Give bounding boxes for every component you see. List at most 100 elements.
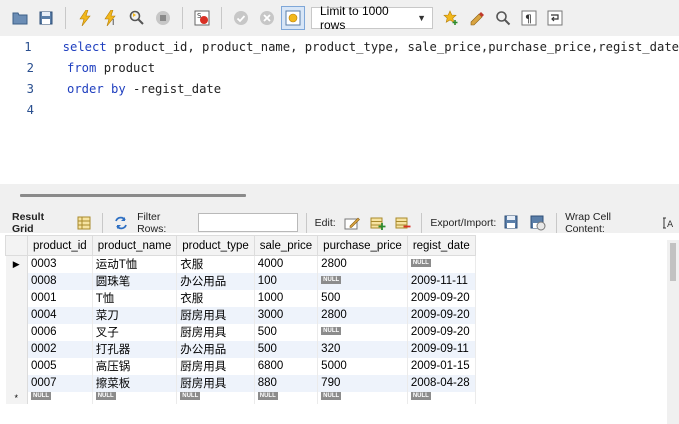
table-cell[interactable]: 2008-04-28 xyxy=(407,374,476,392)
table-cell[interactable]: 办公用品 xyxy=(176,340,255,358)
table-cell[interactable]: NULL xyxy=(254,391,319,404)
edit-row-icon[interactable] xyxy=(342,213,362,233)
table-row[interactable]: ▶ 0003 运动T恤 衣服 4000 2800 NULL xyxy=(5,255,476,273)
row-selector[interactable]: * xyxy=(5,391,28,404)
row-selector[interactable] xyxy=(5,272,28,290)
open-folder-icon[interactable] xyxy=(8,6,32,30)
table-row[interactable]: 0007 擦菜板 厨房用具 880 790 2008-04-28 xyxy=(5,374,476,392)
explain-icon[interactable] xyxy=(125,6,149,30)
table-cell[interactable]: 擦菜板 xyxy=(92,374,178,392)
insert-row-icon[interactable] xyxy=(368,213,388,233)
table-cell[interactable]: 0008 xyxy=(27,272,93,290)
wrap-cell-icon[interactable]: A xyxy=(659,213,679,233)
table-cell[interactable]: 320 xyxy=(317,340,408,358)
refresh-icon[interactable] xyxy=(111,213,131,233)
table-cell[interactable]: 打孔器 xyxy=(92,340,178,358)
table-cell[interactable]: 厨房用具 xyxy=(176,323,255,341)
table-cell[interactable]: NULL xyxy=(317,391,408,404)
beautify-icon[interactable] xyxy=(465,6,489,30)
table-cell[interactable]: 衣服 xyxy=(176,289,255,307)
table-cell[interactable]: 叉子 xyxy=(92,323,178,341)
row-selector[interactable] xyxy=(5,357,28,375)
table-cell[interactable]: 4000 xyxy=(254,255,319,273)
save-icon[interactable] xyxy=(34,6,58,30)
result-grid-tab[interactable]: Result Grid xyxy=(12,211,68,235)
table-cell[interactable]: 2009-01-15 xyxy=(407,357,476,375)
table-cell[interactable]: 5000 xyxy=(317,357,408,375)
table-cell[interactable]: 3000 xyxy=(254,306,319,324)
add-snippet-icon[interactable] xyxy=(439,6,463,30)
grid-view-icon[interactable] xyxy=(74,213,94,233)
column-header[interactable]: regist_date xyxy=(406,235,476,256)
table-cell[interactable]: T恤 xyxy=(92,289,178,307)
table-cell[interactable]: 2800 xyxy=(317,255,408,273)
table-cell[interactable]: 衣服 xyxy=(176,255,255,273)
table-cell[interactable]: 厨房用具 xyxy=(176,357,255,375)
invisible-chars-icon[interactable]: ¶ xyxy=(517,6,541,30)
table-cell[interactable]: 0004 xyxy=(27,306,93,324)
table-cell[interactable]: 菜刀 xyxy=(92,306,178,324)
row-selector[interactable] xyxy=(5,340,28,358)
row-selector[interactable]: ▶ xyxy=(5,255,28,273)
table-cell[interactable]: 500 xyxy=(254,340,319,358)
rollback-icon[interactable] xyxy=(255,6,279,30)
table-cell[interactable]: 厨房用具 xyxy=(176,374,255,392)
table-row[interactable]: 0006 叉子 厨房用具 500 NULL 2009-09-20 xyxy=(5,323,476,341)
table-cell[interactable]: 2009-09-20 xyxy=(407,323,476,341)
table-cell[interactable]: NULL xyxy=(176,391,255,404)
import-icon[interactable] xyxy=(528,213,548,233)
table-cell[interactable]: 高压锅 xyxy=(92,357,178,375)
table-cell[interactable]: 2009-11-11 xyxy=(407,272,476,290)
row-selector[interactable] xyxy=(5,306,28,324)
autocommit-toggle-icon[interactable] xyxy=(281,6,305,30)
table-cell[interactable]: 1000 xyxy=(254,289,319,307)
scrollbar-thumb[interactable] xyxy=(20,194,246,197)
filter-rows-input[interactable] xyxy=(198,213,298,232)
table-cell[interactable]: 0001 xyxy=(27,289,93,307)
row-selector[interactable] xyxy=(5,289,28,307)
commit-icon[interactable] xyxy=(229,6,253,30)
table-cell[interactable]: 880 xyxy=(254,374,319,392)
table-cell[interactable]: 0007 xyxy=(27,374,93,392)
editor-horizontal-scrollbar[interactable] xyxy=(0,184,679,206)
table-row[interactable]: 0001 T恤 衣服 1000 500 2009-09-20 xyxy=(5,289,476,307)
table-cell[interactable]: 500 xyxy=(317,289,408,307)
table-row[interactable]: 0002 打孔器 办公用品 500 320 2009-09-11 xyxy=(5,340,476,358)
table-cell[interactable]: NULL xyxy=(27,391,93,404)
execute-icon[interactable] xyxy=(73,6,97,30)
column-header[interactable]: product_type xyxy=(176,235,255,256)
table-cell[interactable]: NULL xyxy=(317,323,408,341)
table-row[interactable]: 0008 圆珠笔 办公用品 100 NULL 2009-11-11 xyxy=(5,272,476,290)
column-header[interactable]: product_id xyxy=(27,235,93,256)
table-cell[interactable]: NULL xyxy=(317,272,408,290)
table-row[interactable]: 0005 高压锅 厨房用具 6800 5000 2009-01-15 xyxy=(5,357,476,375)
table-row[interactable]: 0004 菜刀 厨房用具 3000 2800 2009-09-20 xyxy=(5,306,476,324)
table-cell[interactable]: 0003 xyxy=(27,255,93,273)
find-icon[interactable] xyxy=(491,6,515,30)
table-cell[interactable]: 办公用品 xyxy=(176,272,255,290)
delete-row-icon[interactable] xyxy=(393,213,413,233)
grid-vertical-scrollbar[interactable] xyxy=(667,240,679,424)
table-cell[interactable]: NULL xyxy=(407,391,476,404)
table-cell[interactable]: 2800 xyxy=(317,306,408,324)
export-icon[interactable] xyxy=(502,213,522,233)
toggle-errors-icon[interactable]: S xyxy=(190,6,214,30)
table-cell[interactable]: 运动T恤 xyxy=(92,255,178,273)
table-cell[interactable]: 100 xyxy=(254,272,319,290)
row-selector[interactable] xyxy=(5,323,28,341)
table-cell[interactable]: 0002 xyxy=(27,340,93,358)
table-cell[interactable]: 圆珠笔 xyxy=(92,272,178,290)
stop-icon[interactable] xyxy=(151,6,175,30)
column-header[interactable]: product_name xyxy=(91,235,178,256)
table-cell[interactable]: 500 xyxy=(254,323,319,341)
execute-current-icon[interactable]: I xyxy=(99,6,123,30)
table-cell[interactable]: 2009-09-20 xyxy=(407,306,476,324)
sql-editor[interactable]: 1 select product_id, product_name, produ… xyxy=(0,36,679,184)
row-selector[interactable] xyxy=(5,374,28,392)
table-cell[interactable]: NULL xyxy=(407,255,476,273)
table-cell[interactable]: 0006 xyxy=(27,323,93,341)
column-header[interactable]: purchase_price xyxy=(317,235,408,256)
table-cell[interactable]: 790 xyxy=(317,374,408,392)
table-cell[interactable]: 6800 xyxy=(254,357,319,375)
wrap-lines-icon[interactable] xyxy=(543,6,567,30)
